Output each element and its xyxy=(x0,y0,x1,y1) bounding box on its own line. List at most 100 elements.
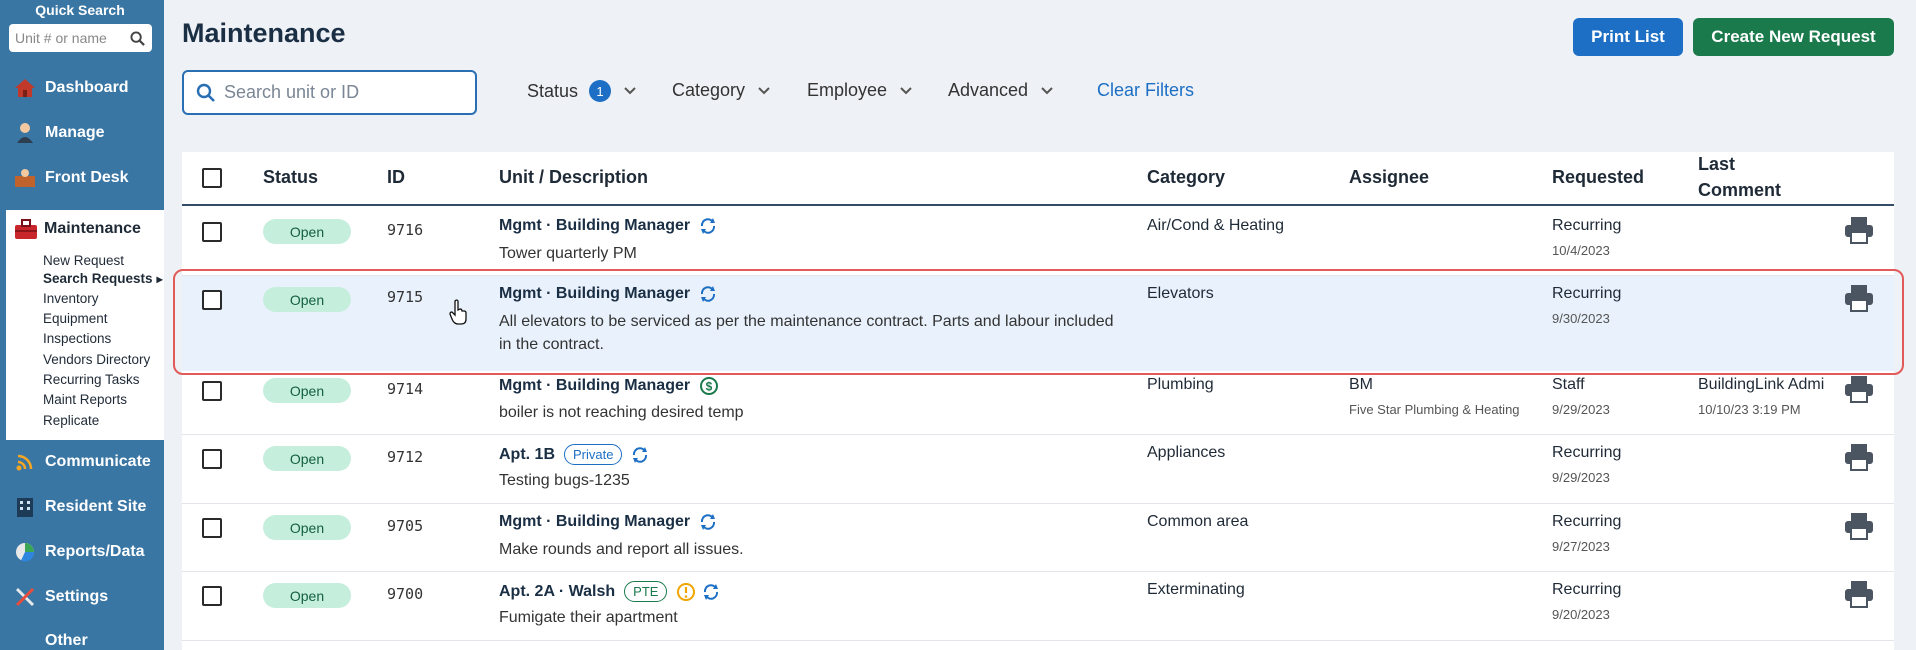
category-filter-label: Category xyxy=(672,80,746,100)
col-id[interactable]: ID xyxy=(387,167,405,188)
col-last-comment-line1[interactable]: Last xyxy=(1698,154,1735,175)
nav-maintenance-label: Maintenance xyxy=(44,220,141,237)
request-description: Testing bugs-1235 xyxy=(499,472,630,489)
subnav-maint-reports[interactable]: Maint Reports xyxy=(43,392,127,407)
unit-name[interactable]: Mgmt · Building Manager xyxy=(499,217,717,235)
nav-communicate-label: Communicate xyxy=(45,453,151,470)
status-badge: Open xyxy=(263,446,351,471)
row-checkbox[interactable] xyxy=(202,518,222,538)
nav-front-desk[interactable]: Front Desk xyxy=(0,158,164,198)
maintenance-section: Maintenance New Request Search Requests … xyxy=(6,210,164,440)
printer-icon[interactable] xyxy=(1844,512,1874,540)
request-category: Exterminating xyxy=(1147,581,1245,598)
row-checkbox[interactable] xyxy=(202,449,222,469)
request-category: Common area xyxy=(1147,513,1249,530)
row-checkbox[interactable] xyxy=(202,381,222,401)
recurring-icon xyxy=(702,583,720,601)
col-status[interactable]: Status xyxy=(263,167,318,188)
employee-filter-label: Employee xyxy=(807,80,888,100)
request-description: Make rounds and report all issues. xyxy=(499,541,744,558)
status-badge: Open xyxy=(263,583,351,608)
nav-resident-site-label: Resident Site xyxy=(45,498,147,515)
nav-settings-label: Settings xyxy=(45,588,109,605)
table-row[interactable]: Open 9712 Apt. 1B Private Testing bugs-1… xyxy=(182,435,1894,504)
create-new-request-button[interactable]: Create New Request xyxy=(1693,18,1894,56)
nav-reports-data-label: Reports/Data xyxy=(45,543,145,560)
request-id: 9716 xyxy=(387,221,424,239)
requested-date: 9/29/2023 xyxy=(1552,470,1610,485)
requested-date: 10/4/2023 xyxy=(1552,243,1610,258)
requests-table: Status ID Unit / Description Category As… xyxy=(182,152,1894,650)
quick-search-title: Quick Search xyxy=(35,2,125,18)
pie-chart-icon xyxy=(14,541,36,563)
status-filter-label: Status xyxy=(527,80,579,101)
request-id: 9700 xyxy=(387,585,424,603)
unit-name[interactable]: Apt. 1B Private xyxy=(499,444,649,465)
employee-filter[interactable]: Employee xyxy=(807,80,913,101)
printer-icon[interactable] xyxy=(1844,216,1874,244)
table-row[interactable]: Open 9705 Mgmt · Building Manager Make r… xyxy=(182,504,1894,572)
search-icon[interactable] xyxy=(130,30,145,46)
request-description: Tower quarterly PM xyxy=(499,245,637,262)
search-box xyxy=(182,70,477,115)
col-category[interactable]: Category xyxy=(1147,167,1225,188)
subnav-inventory[interactable]: Inventory xyxy=(43,291,99,306)
subnav-new-request[interactable]: New Request xyxy=(43,253,124,268)
subnav-vendors-directory[interactable]: Vendors Directory xyxy=(43,352,150,367)
recurring-icon xyxy=(631,446,649,464)
sidebar: Quick Search Dashboard Manage Front Desk… xyxy=(0,0,164,650)
nav-other[interactable]: Other xyxy=(0,621,164,650)
advanced-filter-label: Advanced xyxy=(948,80,1029,100)
unit-name[interactable]: Apt. 2A · Walsh PTE xyxy=(499,581,720,602)
nav-dashboard[interactable]: Dashboard xyxy=(0,68,164,108)
tools-icon xyxy=(14,586,36,608)
nav-other-label: Other xyxy=(45,632,88,649)
unit-label: Mgmt · Building Manager xyxy=(499,513,691,530)
col-unit-description[interactable]: Unit / Description xyxy=(499,167,648,188)
unit-name[interactable]: Mgmt · Building Manager xyxy=(499,513,717,531)
table-row[interactable]: Open 9716 Mgmt · Building Manager Tower … xyxy=(182,208,1894,276)
advanced-filter[interactable]: Advanced xyxy=(948,80,1054,101)
row-checkbox[interactable] xyxy=(202,586,222,606)
subnav-search-requests[interactable]: Search Requests xyxy=(43,271,163,286)
col-last-comment-line2[interactable]: Comment xyxy=(1698,180,1781,201)
subnav-inspections[interactable]: Inspections xyxy=(43,331,111,346)
table-row[interactable]: Open 9700 Apt. 2A · Walsh PTE Fumigate t… xyxy=(182,572,1894,641)
nav-reports-data[interactable]: Reports/Data xyxy=(0,532,164,572)
request-category: Plumbing xyxy=(1147,376,1214,393)
quick-search-input[interactable] xyxy=(15,30,130,46)
nav-resident-site[interactable]: Resident Site xyxy=(0,487,164,527)
subnav-replicate[interactable]: Replicate xyxy=(43,413,99,428)
category-filter[interactable]: Category xyxy=(672,80,771,101)
status-filter[interactable]: Status 1 xyxy=(527,80,637,102)
printer-icon[interactable] xyxy=(1844,580,1874,608)
nav-communicate[interactable]: Communicate xyxy=(0,442,164,482)
subnav-equipment[interactable]: Equipment xyxy=(43,311,108,326)
requested-by: Recurring xyxy=(1552,513,1622,530)
svg-text:$: $ xyxy=(706,380,713,394)
recurring-icon xyxy=(699,217,717,235)
print-list-button[interactable]: Print List xyxy=(1573,18,1683,56)
unit-name[interactable]: Mgmt · Building Manager $ xyxy=(499,376,719,396)
table-row[interactable]: Open 9714 Mgmt · Building Manager $ boil… xyxy=(182,367,1894,435)
nav-maintenance[interactable]: Maintenance xyxy=(14,218,141,240)
col-assignee[interactable]: Assignee xyxy=(1349,167,1429,188)
requested-by: Staff xyxy=(1552,376,1585,393)
search-input[interactable] xyxy=(224,82,464,103)
status-filter-count: 1 xyxy=(589,80,612,102)
table-row-partial xyxy=(182,641,1894,650)
nav-settings[interactable]: Settings xyxy=(0,577,164,617)
chevron-down-icon xyxy=(758,86,770,94)
nav-dashboard-label: Dashboard xyxy=(45,79,129,96)
clear-filters-link[interactable]: Clear Filters xyxy=(1097,80,1194,101)
quick-search-box xyxy=(9,24,152,52)
col-requested[interactable]: Requested xyxy=(1552,167,1644,188)
requested-date: 9/20/2023 xyxy=(1552,607,1610,622)
select-all-checkbox[interactable] xyxy=(202,168,222,188)
row-checkbox[interactable] xyxy=(202,222,222,242)
printer-icon[interactable] xyxy=(1844,375,1874,403)
subnav-recurring-tasks[interactable]: Recurring Tasks xyxy=(43,372,140,387)
nav-manage[interactable]: Manage xyxy=(0,113,164,153)
last-comment-author: BuildingLink Admi xyxy=(1698,376,1825,393)
printer-icon[interactable] xyxy=(1844,443,1874,471)
